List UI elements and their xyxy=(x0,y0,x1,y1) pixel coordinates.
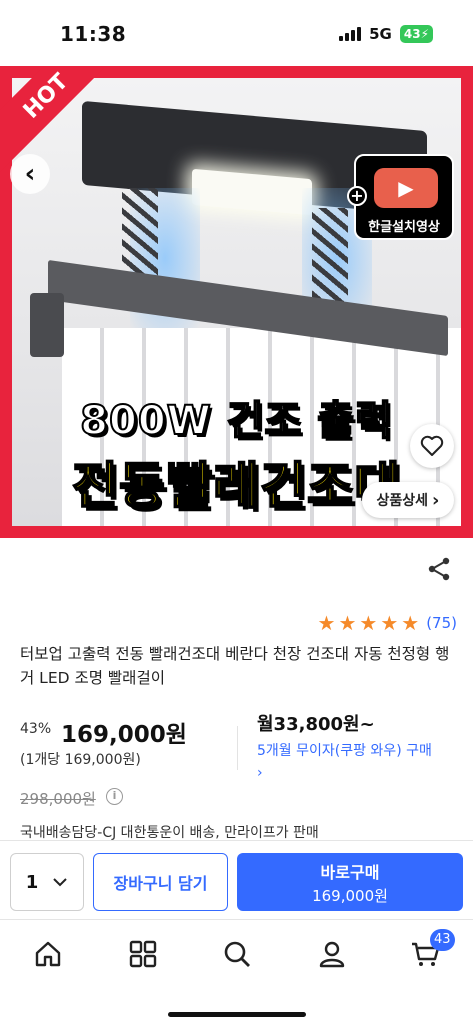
plus-icon: + xyxy=(347,186,367,206)
discount-rate: 43% xyxy=(20,721,52,737)
sale-price: 169,000원 xyxy=(61,722,187,748)
quantity-select[interactable]: 1 xyxy=(10,853,84,911)
status-time: 11:38 xyxy=(60,22,127,46)
bottom-tab-bar: 43 xyxy=(0,921,473,1024)
chevron-down-icon xyxy=(53,878,67,887)
cart-count-badge: 43 xyxy=(430,929,455,951)
my-account-icon[interactable] xyxy=(317,939,347,969)
monthly-price: 월33,800원~ xyxy=(257,714,375,735)
buy-now-price: 169,000원 xyxy=(312,886,388,905)
share-icon[interactable] xyxy=(426,556,452,582)
product-detail-button[interactable]: 상품상세 › xyxy=(362,482,454,518)
status-indicators: 5G 43⚡ xyxy=(339,25,433,43)
original-price: 298,000원 xyxy=(20,790,96,808)
unit-price: (1개당 169,000원) xyxy=(20,752,141,768)
purchase-bar: 1 장바구니 담기 바로구매 169,000원 xyxy=(0,840,473,920)
category-icon[interactable] xyxy=(128,939,158,969)
chevron-right-icon: › xyxy=(257,765,263,781)
back-button[interactable]: ‹ xyxy=(10,154,50,194)
installment-label: 5개월 무이자(쿠팡 와우) 구매 xyxy=(257,743,432,759)
info-icon[interactable]: i xyxy=(106,788,123,805)
review-count[interactable]: (75) xyxy=(426,614,457,632)
home-indicator xyxy=(168,1012,306,1017)
star-icon: ★ xyxy=(401,611,420,635)
wishlist-button[interactable] xyxy=(410,424,454,468)
battery-level: 43 xyxy=(403,27,421,41)
buy-now-button[interactable]: 바로구매 169,000원 xyxy=(237,853,463,911)
battery-icon: 43⚡ xyxy=(399,25,433,43)
chevron-right-icon: › xyxy=(432,489,440,511)
play-icon: ▶ xyxy=(374,168,438,208)
product-hero-image: 800W 건조 출력 전동빨래건조대 HOT ‹ + ▶ 한글설치영상 xyxy=(0,66,473,538)
product-photo: 800W 건조 출력 전동빨래건조대 xyxy=(12,78,461,526)
divider xyxy=(237,726,238,770)
star-icon: ★ xyxy=(338,611,357,635)
home-icon[interactable] xyxy=(33,939,63,969)
search-icon[interactable] xyxy=(222,939,252,969)
signal-icon xyxy=(339,27,362,41)
install-video-badge[interactable]: + ▶ 한글설치영상 xyxy=(347,154,454,240)
product-detail-label: 상품상세 xyxy=(376,493,429,509)
quantity-value: 1 xyxy=(25,871,39,893)
network-type: 5G xyxy=(369,25,392,43)
add-to-cart-button[interactable]: 장바구니 담기 xyxy=(93,853,228,911)
rack-arm xyxy=(30,293,64,357)
star-icon: ★ xyxy=(317,611,336,635)
status-bar: 11:38 5G 43⚡ xyxy=(0,0,473,66)
hero-headline: 800W 건조 출력 xyxy=(79,397,393,445)
shipping-info: 국내배송담당-CJ 대한통운이 배송, 만라이프가 판매 xyxy=(20,825,319,841)
chevron-left-icon: ‹ xyxy=(24,159,36,189)
product-title: 터보업 고출력 전동 빨래건조대 베란다 천장 건조대 자동 천정형 행거 LE… xyxy=(20,645,450,687)
buy-now-label: 바로구매 xyxy=(320,862,380,882)
install-video-label: 한글설치영상 xyxy=(368,220,440,235)
star-icon: ★ xyxy=(359,611,378,635)
star-icon: ★ xyxy=(380,611,399,635)
installment-link[interactable]: 5개월 무이자(쿠팡 와우) 구매 › xyxy=(257,740,467,784)
heart-icon xyxy=(420,435,444,456)
rating[interactable]: ★ ★ ★ ★ ★ (75) xyxy=(318,613,457,633)
